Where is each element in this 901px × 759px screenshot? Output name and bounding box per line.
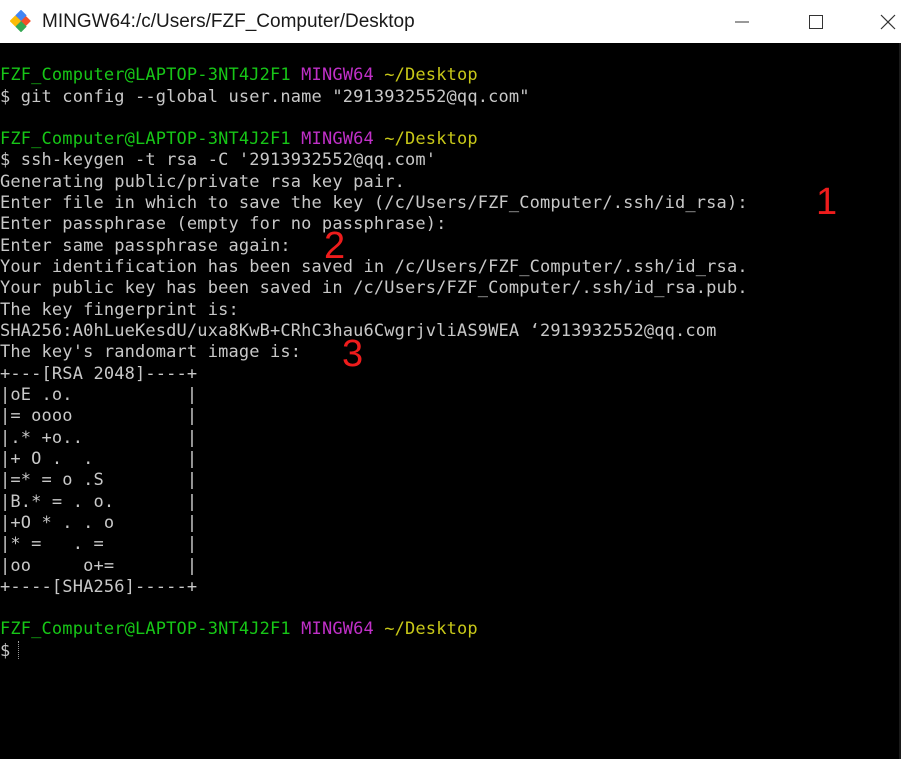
- prompt-path: ~/Desktop: [384, 129, 478, 149]
- prompt-path: ~/Desktop: [384, 65, 478, 85]
- output-line: Generating public/private rsa key pair.: [0, 172, 406, 192]
- window-title: MINGW64:/c/Users/FZF_Computer/Desktop: [42, 11, 415, 32]
- randomart-line: |.* +o.. |: [0, 428, 198, 448]
- title-bar[interactable]: MINGW64:/c/Users/FZF_Computer/Desktop: [0, 0, 901, 43]
- randomart-line: |* = . = |: [0, 534, 198, 554]
- randomart-line: +----[SHA256]-----+: [0, 577, 198, 597]
- text-cursor: [18, 641, 20, 659]
- prompt-shell: MINGW64: [301, 619, 374, 639]
- annotation-number: 2: [324, 225, 346, 267]
- close-icon: [880, 14, 896, 30]
- command-line: $ ssh-keygen -t rsa -C '2913932552@qq.co…: [0, 150, 437, 170]
- prompt-line: FZF_Computer@LAPTOP-3NT4J2F1 MINGW64 ~/D…: [0, 618, 478, 640]
- annotation-number: 3: [342, 333, 364, 375]
- annotation-number: 1: [816, 181, 838, 223]
- minimize-icon: [735, 21, 749, 23]
- randomart-line: |oE .o. |: [0, 385, 198, 405]
- randomart-line: |= oooo |: [0, 406, 198, 426]
- randomart-line: |B.* = . o. |: [0, 492, 198, 512]
- prompt-symbol: $: [0, 641, 11, 661]
- prompt-user-host: FZF_Computer@LAPTOP-3NT4J2F1: [0, 129, 291, 149]
- git-bash-app-icon[interactable]: [9, 9, 32, 33]
- prompt-user-host: FZF_Computer@LAPTOP-3NT4J2F1: [0, 619, 291, 639]
- output-line: Enter passphrase (empty for no passphras…: [0, 214, 447, 234]
- terminal-window: MINGW64:/c/Users/FZF_Computer/Desktop FZ…: [0, 0, 901, 759]
- prompt-shell: MINGW64: [301, 65, 374, 85]
- output-line: The key's randomart image is:: [0, 342, 302, 362]
- command-line: $ git config --global user.name "2913932…: [0, 87, 530, 107]
- minimize-button[interactable]: [707, 0, 777, 43]
- input-line[interactable]: $: [0, 640, 20, 662]
- randomart-line: |+ O . . |: [0, 449, 198, 469]
- randomart-line: |=* = o .S |: [0, 470, 198, 490]
- maximize-icon: [809, 15, 823, 29]
- randomart-line: |+O * . . o |: [0, 513, 198, 533]
- randomart-line: +---[RSA 2048]----+: [0, 364, 198, 384]
- prompt-line: FZF_Computer@LAPTOP-3NT4J2F1 MINGW64 ~/D…: [0, 128, 478, 150]
- output-line: Enter same passphrase again:: [0, 236, 291, 256]
- output-line: Your public key has been saved in /c/Use…: [0, 278, 748, 298]
- close-button[interactable]: [852, 0, 901, 43]
- output-line: Your identification has been saved in /c…: [0, 257, 748, 277]
- output-line: The key fingerprint is:: [0, 300, 239, 320]
- randomart-line: |oo o+= |: [0, 556, 198, 576]
- terminal-output[interactable]: FZF_Computer@LAPTOP-3NT4J2F1 MINGW64 ~/D…: [0, 43, 901, 759]
- prompt-shell: MINGW64: [301, 129, 374, 149]
- prompt-path: ~/Desktop: [384, 619, 478, 639]
- prompt-line: FZF_Computer@LAPTOP-3NT4J2F1 MINGW64 ~/D…: [0, 64, 478, 86]
- prompt-user-host: FZF_Computer@LAPTOP-3NT4J2F1: [0, 65, 291, 85]
- maximize-button[interactable]: [781, 0, 851, 43]
- output-line: Enter file in which to save the key (/c/…: [0, 193, 748, 213]
